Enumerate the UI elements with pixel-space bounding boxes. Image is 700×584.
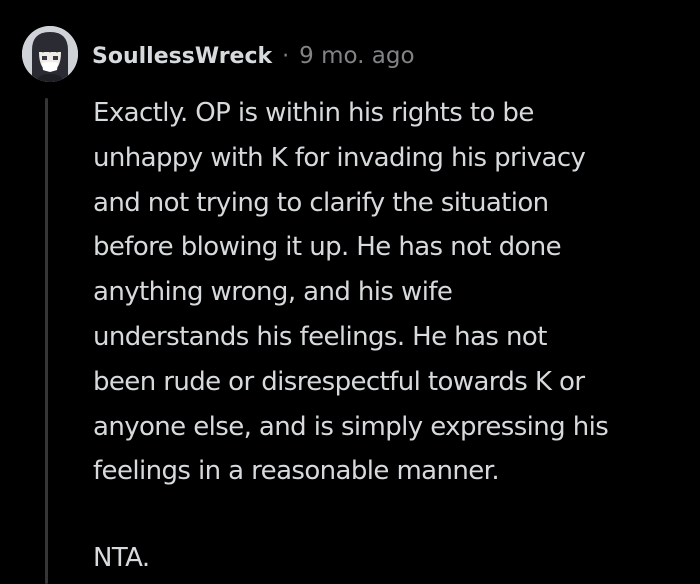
comment-timestamp[interactable]: 9 mo. ago: [299, 43, 414, 69]
comment-header: SoullessWreck · 9 mo. ago: [92, 40, 415, 72]
user-avatar-icon[interactable]: [22, 26, 78, 82]
meta-separator: ·: [282, 43, 290, 69]
comment-paragraph: NTA.: [93, 536, 693, 581]
comment-text-line: unhappy with K for invading his privacy: [93, 142, 586, 173]
comment-body: Exactly. OP is within his rights to be u…: [93, 91, 693, 581]
comment-text-line: and not trying to clarify the situation: [93, 187, 549, 218]
comment-verdict: NTA.: [93, 543, 150, 574]
comment-paragraph: Exactly. OP is within his rights to be u…: [93, 91, 693, 494]
comment-text-line: anything wrong, and his wife: [93, 277, 453, 308]
comment-text-line: feelings in a reasonable manner.: [93, 456, 500, 487]
comment-text-line: Exactly. OP is within his rights to be: [93, 98, 534, 128]
username-link[interactable]: SoullessWreck: [92, 44, 272, 69]
comment: SoullessWreck · 9 mo. ago Exactly. OP is…: [0, 0, 700, 584]
comment-text-line: been rude or disrespectful towards K or: [93, 366, 585, 397]
comment-text-line: anyone else, and is simply expressing hi…: [93, 411, 609, 442]
thread-line[interactable]: [45, 98, 48, 584]
comment-text-line: understands his feelings. He has not: [93, 321, 547, 352]
comment-text-line: before blowing it up. He has not done: [93, 232, 562, 263]
